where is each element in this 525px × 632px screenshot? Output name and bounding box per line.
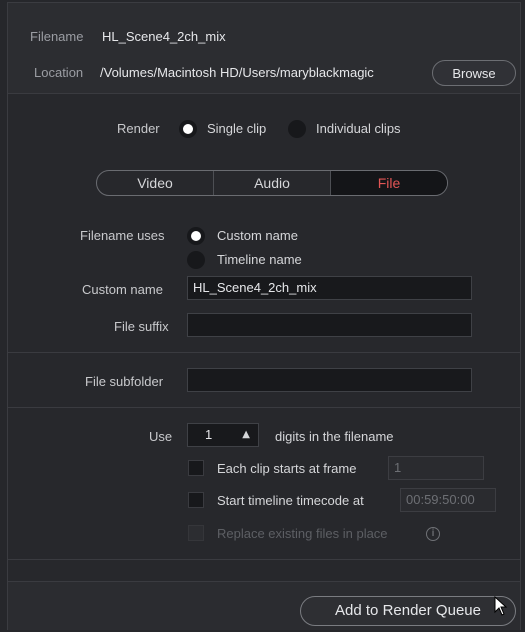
render-settings-panel: Filename HL_Scene4_2ch_mix Location /Vol… [7,2,521,630]
file-suffix-input[interactable] [187,313,472,337]
custom-name-option-label[interactable]: Custom name [217,228,298,243]
start-timecode-checkbox[interactable] [188,492,204,508]
filename-value[interactable]: HL_Scene4_2ch_mix [102,29,226,44]
digits-value: 1 [205,427,213,442]
section-divider [8,559,520,560]
add-to-render-queue-button[interactable]: Add to Render Queue [300,596,516,626]
settings-tabs: Video Audio File [96,170,448,196]
section-divider [8,407,520,408]
render-label: Render [117,121,160,136]
each-clip-frame-input[interactable]: 1 [388,456,484,480]
tab-file[interactable]: File [331,171,447,195]
start-timecode-input[interactable]: 00:59:50:00 [400,488,496,512]
filename-uses-label: Filename uses [80,228,165,243]
tab-video[interactable]: Video [97,171,214,195]
mouse-pointer-icon [494,596,508,616]
timeline-name-option-label[interactable]: Timeline name [217,252,302,267]
digits-stepper[interactable]: 1 ▲ [187,423,259,447]
filename-label: Filename [30,29,84,44]
replace-files-checkbox[interactable] [188,525,204,541]
footer-bar: Add to Render Queue [8,581,520,630]
tab-audio[interactable]: Audio [214,171,331,195]
file-subfolder-label: File subfolder [85,374,164,389]
each-clip-label[interactable]: Each clip starts at frame [217,461,356,476]
single-clip-label[interactable]: Single clip [207,121,266,136]
replace-files-label: Replace existing files in place [217,526,388,541]
use-label: Use [149,429,173,444]
info-icon[interactable]: i [426,527,440,541]
section-divider [8,352,520,353]
location-section: Filename HL_Scene4_2ch_mix Location /Vol… [8,3,520,94]
individual-clips-radio[interactable] [288,120,306,138]
timeline-name-radio[interactable] [187,251,205,269]
single-clip-radio[interactable] [179,120,197,138]
location-value[interactable]: /Volumes/Macintosh HD/Users/maryblackmag… [100,65,422,80]
custom-name-radio[interactable] [187,227,205,245]
digits-suffix-label: digits in the filename [275,429,394,444]
start-timecode-label[interactable]: Start timeline timecode at [217,493,364,508]
browse-button[interactable]: Browse [432,60,516,86]
file-suffix-label: File suffix [114,319,169,334]
individual-clips-label[interactable]: Individual clips [316,121,401,136]
each-clip-checkbox[interactable] [188,460,204,476]
location-label: Location [34,65,84,80]
custom-name-label: Custom name [82,282,163,297]
stepper-arrows-icon: ▲ [242,429,250,440]
custom-name-input[interactable]: HL_Scene4_2ch_mix [187,276,472,300]
file-subfolder-input[interactable] [187,368,472,392]
